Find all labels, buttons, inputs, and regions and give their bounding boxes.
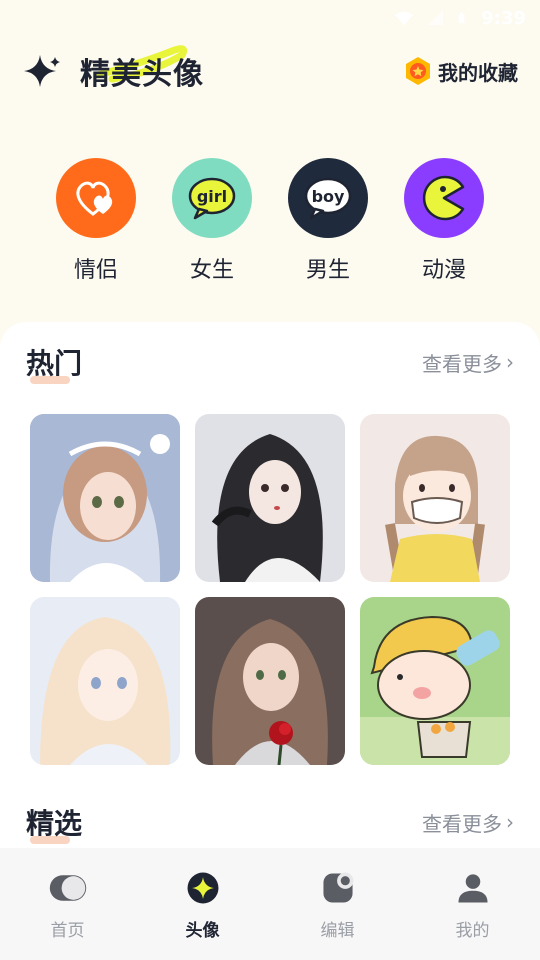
category-anime[interactable]: 动漫	[404, 158, 484, 284]
tab-avatar[interactable]: 头像	[153, 870, 253, 941]
avatar-thumbnail[interactable]	[195, 414, 345, 582]
featured-see-more-label: 查看更多	[422, 811, 502, 836]
profile-icon	[457, 874, 488, 903]
avatar-image-dark-hair	[195, 414, 345, 582]
pacman-icon	[422, 175, 465, 221]
medal-icon	[406, 57, 430, 85]
app-header: 精美头像 我的收藏	[0, 36, 540, 106]
featured-section-title: 精选	[26, 802, 83, 844]
heart-icon	[76, 181, 113, 216]
chevron-right-icon: ›	[506, 350, 514, 374]
avatar-image-bride	[30, 414, 180, 582]
girl-badge-text: girl	[197, 187, 227, 206]
avatar-thumbnail[interactable]	[195, 597, 345, 765]
page-title: 精美头像	[80, 57, 204, 92]
battery-icon	[458, 12, 465, 24]
status-time: 9:39	[481, 7, 526, 29]
category-girl-label: 女生	[189, 258, 234, 283]
status-bar: 9:39	[0, 0, 540, 36]
category-boy[interactable]: boy 男生	[288, 158, 368, 284]
hot-avatar-grid	[30, 414, 510, 765]
avatar-image-mask-girl	[360, 414, 510, 582]
home-toggle-icon	[49, 875, 86, 901]
category-anime-circle	[404, 158, 484, 238]
avatar-image-cartoon-boy	[360, 597, 510, 765]
category-row: 情侣 girl 女生 boy 男生 动漫	[0, 158, 540, 284]
sparkle-icon	[24, 55, 60, 87]
wifi-icon	[395, 11, 414, 26]
hot-section-header: 热门 查看更多 ›	[0, 342, 540, 384]
girl-bubble-icon: girl	[188, 177, 236, 220]
signal-icon	[427, 10, 444, 26]
featured-title-text: 精选	[26, 807, 83, 840]
avatar-thumbnail[interactable]	[360, 597, 510, 765]
avatar-thumbnail[interactable]	[30, 414, 180, 582]
avatar-image-blonde	[30, 597, 180, 765]
tab-home-label: 首页	[50, 921, 85, 941]
my-favorites-label: 我的收藏	[438, 60, 518, 85]
avatar-thumbnail[interactable]	[360, 414, 510, 582]
hot-see-more-link[interactable]: 查看更多 ›	[422, 348, 514, 377]
avatar-image-rose	[195, 597, 345, 765]
tab-edit[interactable]: 编辑	[288, 870, 388, 941]
bottom-tab-bar: 首页 头像 编辑 我的	[0, 848, 540, 960]
tab-edit-label: 编辑	[320, 921, 355, 941]
boy-bubble-icon: boy	[304, 177, 352, 220]
category-boy-label: 男生	[305, 258, 350, 283]
category-couple[interactable]: 情侣	[56, 158, 136, 284]
app-title-wrap: 精美头像	[80, 45, 204, 93]
category-girl[interactable]: girl 女生	[172, 158, 252, 284]
chevron-right-icon: ›	[506, 810, 514, 834]
avatar-sparkle-icon	[187, 872, 218, 904]
featured-section-header: 精选 查看更多 ›	[0, 802, 540, 844]
category-girl-circle: girl	[172, 158, 252, 238]
category-anime-label: 动漫	[421, 258, 466, 283]
hot-title-text: 热门	[26, 347, 83, 380]
tab-profile-label: 我的	[455, 921, 490, 941]
featured-see-more-link[interactable]: 查看更多 ›	[422, 808, 514, 837]
category-couple-circle	[56, 158, 136, 238]
avatar-thumbnail[interactable]	[30, 597, 180, 765]
category-boy-circle: boy	[288, 158, 368, 238]
boy-badge-text: boy	[312, 187, 345, 206]
tab-home[interactable]: 首页	[18, 870, 118, 941]
my-favorites-button[interactable]: 我的收藏	[404, 56, 518, 86]
hot-section-title: 热门	[26, 342, 83, 384]
category-couple-label: 情侣	[73, 258, 118, 283]
tab-profile[interactable]: 我的	[423, 870, 523, 941]
edit-moon-icon	[322, 872, 353, 903]
hot-see-more-label: 查看更多	[422, 351, 502, 376]
tab-avatar-label: 头像	[185, 921, 220, 941]
